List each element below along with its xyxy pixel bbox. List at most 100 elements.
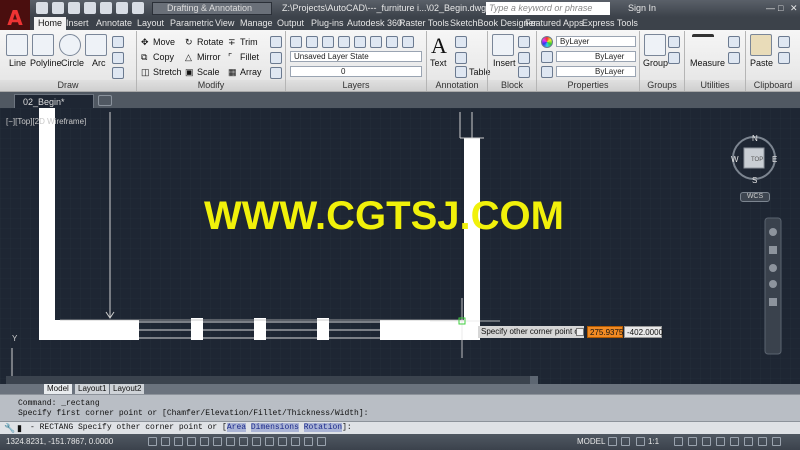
- 3d-object-snap-icon[interactable]: [226, 437, 235, 446]
- layer-icon[interactable]: [354, 36, 366, 48]
- layer-state-dropdown[interactable]: Unsaved Layer State: [290, 51, 422, 62]
- quick-properties-icon[interactable]: [304, 437, 313, 446]
- workspace-switching-icon[interactable]: [702, 437, 711, 446]
- recent-commands-icon[interactable]: ▮: [17, 423, 22, 434]
- polar-tracking-icon[interactable]: [200, 437, 209, 446]
- properties-panel-title[interactable]: Properties: [537, 80, 639, 91]
- dynamic-ucs-icon[interactable]: [252, 437, 261, 446]
- groups-panel-title[interactable]: Groups: [640, 80, 684, 91]
- paste-button[interactable]: Paste: [750, 58, 773, 68]
- grid-display-icon[interactable]: [174, 437, 183, 446]
- dynamic-input-y-field[interactable]: -402.0000: [624, 326, 663, 338]
- option-rotation[interactable]: Rotation: [303, 423, 343, 432]
- tab-home[interactable]: Home: [34, 17, 67, 30]
- trim-button[interactable]: Trim: [240, 37, 258, 47]
- block-panel-title[interactable]: Block: [488, 80, 536, 91]
- list-icon[interactable]: [541, 66, 553, 78]
- polyline-button[interactable]: Polyline: [30, 58, 62, 68]
- maximize-icon[interactable]: □: [778, 3, 783, 13]
- open-icon[interactable]: [52, 2, 64, 14]
- workspace-dropdown[interactable]: Drafting & Annotation: [152, 2, 272, 15]
- steering-wheel-icon[interactable]: [769, 228, 777, 236]
- auto-scale-icon[interactable]: [688, 437, 697, 446]
- lineweight-dropdown[interactable]: ByLayer: [556, 66, 636, 77]
- rectangle-icon[interactable]: [112, 36, 124, 48]
- snap-mode-icon[interactable]: [161, 437, 170, 446]
- coordinate-readout[interactable]: 1324.8231, -151.7867, 0.0000: [6, 437, 113, 446]
- dropdown-arrow-icon[interactable]: [576, 328, 584, 336]
- tab-layout1[interactable]: Layout1: [75, 384, 110, 394]
- new-tab-icon[interactable]: [98, 95, 112, 106]
- layer-icon[interactable]: [370, 36, 382, 48]
- create-block-icon[interactable]: [518, 36, 530, 48]
- polyline-icon[interactable]: [32, 34, 54, 56]
- insert-button[interactable]: Insert: [493, 58, 516, 68]
- layer-properties-icon[interactable]: [290, 36, 302, 48]
- tab-autodesk-360[interactable]: Autodesk 360: [347, 17, 402, 30]
- rotate-button[interactable]: Rotate: [197, 37, 224, 47]
- option-dimensions[interactable]: Dimensions: [250, 423, 299, 432]
- ortho-mode-icon[interactable]: [187, 437, 196, 446]
- lineweight-icon[interactable]: [278, 437, 287, 446]
- document-tab[interactable]: 02_Begin*: [14, 94, 94, 108]
- print-icon[interactable]: [100, 2, 112, 14]
- save-as-icon[interactable]: [84, 2, 96, 14]
- move-button[interactable]: Move: [153, 37, 175, 47]
- selection-cycling-icon[interactable]: [317, 437, 326, 446]
- tab-parametric[interactable]: Parametric: [170, 17, 214, 30]
- tab-layout[interactable]: Layout: [137, 17, 164, 30]
- close-icon[interactable]: ✕: [790, 3, 798, 14]
- scroll-right-icon[interactable]: [530, 376, 538, 384]
- ungroup-icon[interactable]: [668, 36, 680, 48]
- tab-manage[interactable]: Manage: [240, 17, 273, 30]
- viewcube-west-label[interactable]: W: [731, 155, 739, 164]
- fillet-button[interactable]: Fillet: [240, 52, 259, 62]
- quick-view-layouts-icon[interactable]: [608, 437, 617, 446]
- drawing-canvas[interactable]: [0, 108, 800, 384]
- pan-icon[interactable]: [769, 246, 777, 254]
- tab-featured-apps[interactable]: Featured Apps: [525, 17, 584, 30]
- scale-button[interactable]: Scale: [197, 67, 220, 77]
- copy-clip-icon[interactable]: [778, 52, 790, 64]
- undo-icon[interactable]: [116, 2, 128, 14]
- insert-icon[interactable]: [492, 34, 514, 56]
- calculator-icon[interactable]: [728, 52, 740, 64]
- layer-icon[interactable]: [306, 36, 318, 48]
- tab-insert[interactable]: Insert: [66, 17, 89, 30]
- color-icon[interactable]: [541, 36, 553, 48]
- edit-attributes-icon[interactable]: [518, 66, 530, 78]
- arc-button[interactable]: Arc: [92, 58, 106, 68]
- explode-icon[interactable]: [270, 52, 282, 64]
- quick-view-drawings-icon[interactable]: [621, 437, 630, 446]
- object-snap-icon[interactable]: [213, 437, 222, 446]
- paste-icon[interactable]: [750, 34, 772, 56]
- wrench-icon[interactable]: 🔧: [4, 423, 15, 434]
- array-button[interactable]: Array: [240, 67, 262, 77]
- showmotion-icon[interactable]: [769, 298, 777, 306]
- layer-icon[interactable]: [322, 36, 334, 48]
- offset-icon[interactable]: [270, 67, 282, 79]
- linetype-dropdown[interactable]: ByLayer: [556, 51, 636, 62]
- isolate-objects-icon[interactable]: [744, 437, 753, 446]
- stretch-button[interactable]: Stretch: [153, 67, 182, 77]
- cut-icon[interactable]: [778, 36, 790, 48]
- annotation-panel-title[interactable]: Annotation: [427, 80, 487, 91]
- tab-annotate[interactable]: Annotate: [96, 17, 132, 30]
- viewcube-east-label[interactable]: E: [772, 155, 777, 164]
- text-button[interactable]: Text: [430, 58, 447, 68]
- clipboard-panel-title[interactable]: Clipboard: [746, 80, 800, 91]
- dynamic-input-x-field[interactable]: 275.9375: [587, 326, 623, 338]
- arc-icon[interactable]: [85, 34, 107, 56]
- option-area[interactable]: Area: [226, 423, 247, 432]
- wcs-menu[interactable]: WCS: [740, 192, 770, 202]
- tab-express-tools[interactable]: Express Tools: [582, 17, 638, 30]
- circle-button[interactable]: Circle: [61, 58, 84, 68]
- viewport-controls[interactable]: [−][Top][2D Wireframe]: [6, 117, 86, 126]
- color-dropdown[interactable]: ByLayer: [556, 36, 636, 47]
- quick-select-icon[interactable]: [728, 36, 740, 48]
- hatch-icon[interactable]: [112, 52, 124, 64]
- tab-sketchbook-designer[interactable]: SketchBook Designer: [450, 17, 537, 30]
- tab-view[interactable]: View: [215, 17, 234, 30]
- measure-icon[interactable]: [692, 34, 714, 56]
- model-space-toggle[interactable]: MODEL: [577, 437, 605, 446]
